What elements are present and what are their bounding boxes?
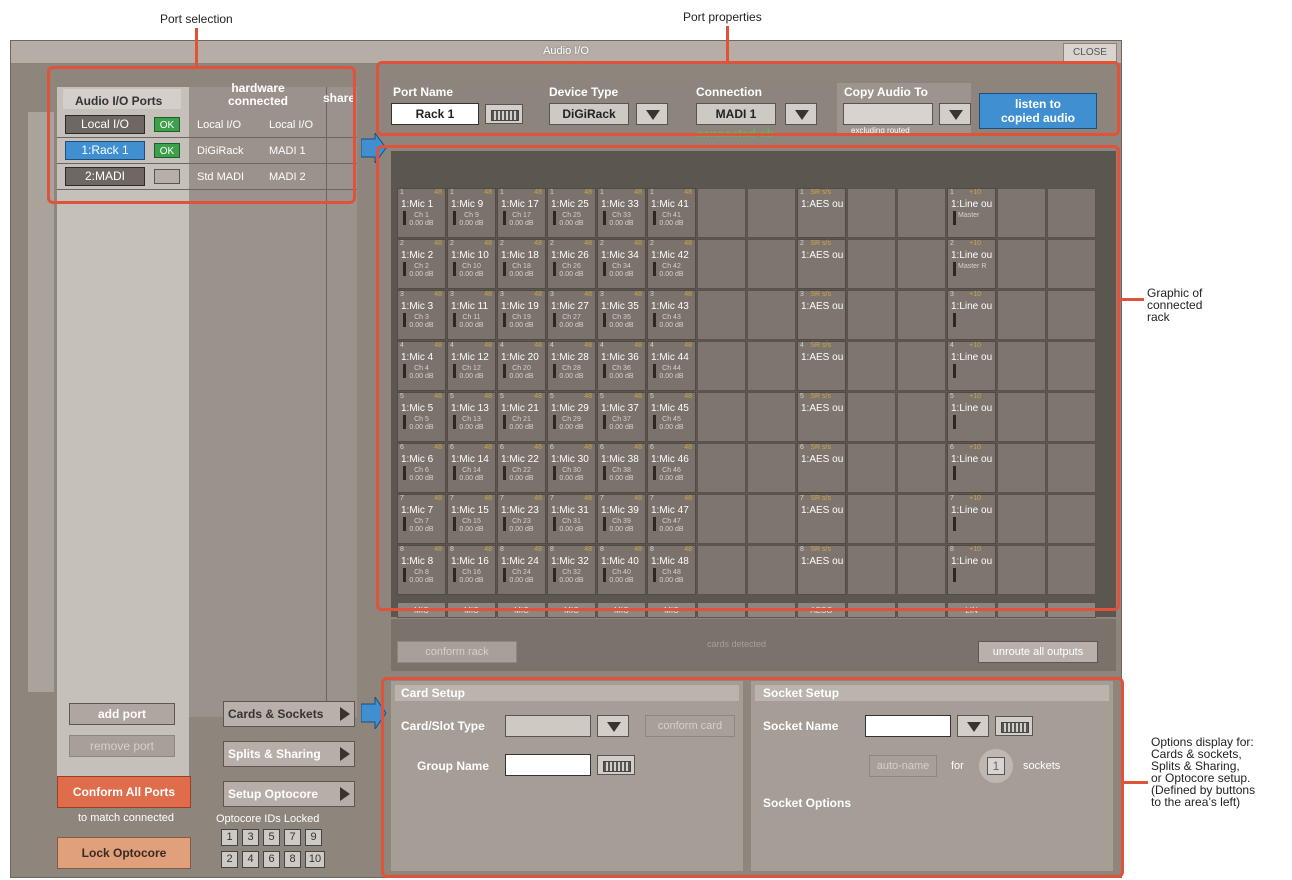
- annotation-line: to the area’s left): [1151, 795, 1241, 809]
- annotation-port-properties: Port properties: [683, 10, 762, 24]
- annotation-leader: [1124, 781, 1148, 784]
- cards-sockets-label: Cards & Sockets: [228, 707, 324, 721]
- optocore-id-box[interactable]: 6: [263, 851, 280, 868]
- remove-port-button[interactable]: remove port: [69, 735, 175, 757]
- arrow-right-icon: [340, 707, 350, 721]
- cards-sockets-button[interactable]: Cards & Sockets: [223, 701, 355, 727]
- conform-all-ports-button[interactable]: Conform All Ports: [57, 776, 191, 808]
- annotation-leader: [726, 26, 729, 61]
- annotation-line: rack: [1147, 310, 1170, 324]
- optocore-id-box[interactable]: 7: [284, 829, 301, 846]
- arrow-right-icon: [340, 787, 350, 801]
- annotation-box-rack: [376, 145, 1120, 611]
- optocore-id-box[interactable]: 8: [284, 851, 301, 868]
- optocore-id-box[interactable]: 9: [305, 829, 322, 846]
- arrow-right-icon: [340, 747, 350, 761]
- optocore-id-box[interactable]: 1: [221, 829, 238, 846]
- annotation-leader: [1120, 298, 1144, 301]
- annotation-box-port-selection: [47, 66, 356, 204]
- annotation-port-selection: Port selection: [160, 12, 233, 26]
- optocore-id-box[interactable]: 4: [242, 851, 259, 868]
- rack-footer: conform rack cards detected unroute all …: [391, 619, 1116, 671]
- cards-detected-label: cards detected: [707, 639, 767, 649]
- annotation-leader: [195, 28, 198, 66]
- annotation-box-port-properties: [376, 61, 1120, 136]
- optocore-id-box[interactable]: 10: [305, 851, 325, 868]
- setup-optocore-label: Setup Optocore: [228, 787, 319, 801]
- optocore-ids-label: Optocore IDs Locked: [216, 813, 320, 825]
- annotation-rack-graphic: Graphic of connected rack: [1147, 287, 1202, 323]
- conform-rack-button[interactable]: conform rack: [397, 641, 517, 663]
- optocore-id-box[interactable]: 2: [221, 851, 238, 868]
- splits-sharing-button[interactable]: Splits & Sharing: [223, 741, 355, 767]
- add-port-button[interactable]: add port: [69, 703, 175, 725]
- to-match-label: to match connected: [77, 812, 174, 824]
- optocore-id-box[interactable]: 3: [242, 829, 259, 846]
- unroute-all-outputs-button[interactable]: unroute all outputs: [978, 641, 1098, 663]
- close-button[interactable]: CLOSE: [1063, 43, 1117, 62]
- window-title: Audio I/O: [543, 45, 589, 57]
- lock-optocore-button[interactable]: Lock Optocore: [57, 837, 191, 869]
- splits-sharing-label: Splits & Sharing: [228, 747, 321, 761]
- annotation-box-options: [381, 677, 1124, 878]
- optocore-id-box[interactable]: 5: [263, 829, 280, 846]
- setup-optocore-button[interactable]: Setup Optocore: [223, 781, 355, 807]
- annotation-options: Options display for: Cards & sockets, Sp…: [1151, 736, 1255, 808]
